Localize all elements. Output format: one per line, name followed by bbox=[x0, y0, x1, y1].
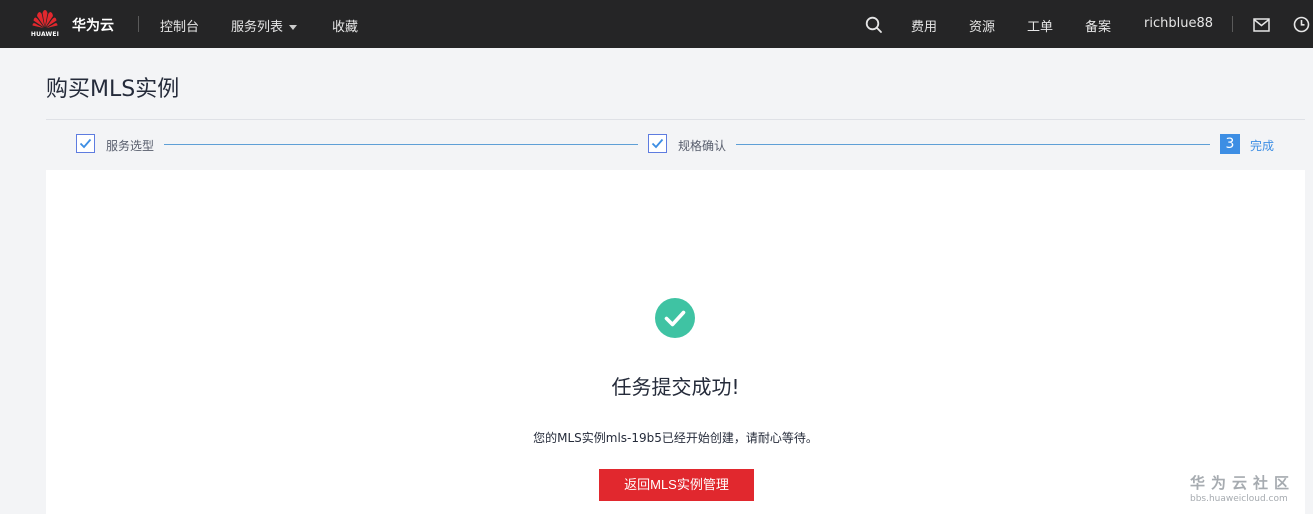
page-scrollbar[interactable] bbox=[1305, 48, 1313, 514]
step-done-check-icon bbox=[648, 134, 667, 153]
brand-name[interactable]: 华为云 bbox=[72, 15, 114, 35]
nav-divider bbox=[138, 16, 139, 32]
return-to-instances-button[interactable]: 返回MLS实例管理 bbox=[599, 469, 754, 501]
step-number-badge: 3 bbox=[1220, 134, 1240, 154]
step-indicator: 服务选型 规格确认 3 完成 bbox=[46, 121, 1305, 169]
mail-icon[interactable] bbox=[1253, 17, 1270, 36]
nav-service-list[interactable]: 服务列表 bbox=[231, 16, 298, 35]
nav-favorites[interactable]: 收藏 bbox=[332, 16, 358, 35]
nav-divider bbox=[1232, 16, 1233, 32]
top-nav-bar: HUAWEI 华为云 控制台 服务列表 收藏 费用 资源 工单 备案 richb… bbox=[0, 0, 1313, 48]
step-connector bbox=[164, 144, 638, 145]
watermark-url: bbs.huaweicloud.com bbox=[1190, 494, 1288, 504]
title-divider bbox=[46, 119, 1305, 120]
huawei-petal-icon bbox=[32, 10, 58, 28]
logo-text: HUAWEI bbox=[30, 31, 60, 38]
huawei-logo[interactable]: HUAWEI bbox=[29, 9, 61, 39]
nav-service-list-label: 服务列表 bbox=[231, 20, 284, 35]
chevron-down-icon bbox=[289, 25, 298, 30]
result-card: 任务提交成功! 您的MLS实例mls-19b5已经开始创建，请耐心等待。 返回M… bbox=[46, 170, 1305, 514]
nav-tickets[interactable]: 工单 bbox=[1027, 16, 1053, 35]
step-label-service: 服务选型 bbox=[106, 139, 155, 153]
nav-fees[interactable]: 费用 bbox=[911, 16, 937, 35]
user-menu[interactable]: richblue88 bbox=[1144, 16, 1213, 31]
nav-resources[interactable]: 资源 bbox=[969, 16, 995, 35]
watermark: 华为云社区 bbs.huaweicloud.com bbox=[1190, 472, 1295, 504]
nav-console[interactable]: 控制台 bbox=[160, 16, 199, 35]
result-title: 任务提交成功! bbox=[611, 375, 740, 399]
nav-filing[interactable]: 备案 bbox=[1085, 16, 1111, 35]
search-icon[interactable] bbox=[865, 16, 883, 38]
watermark-name: 华为云社区 bbox=[1190, 474, 1296, 492]
step-label-finish: 完成 bbox=[1250, 139, 1275, 153]
result-description: 您的MLS实例mls-19b5已经开始创建，请耐心等待。 bbox=[533, 431, 818, 445]
page-title: 购买MLS实例 bbox=[46, 77, 180, 102]
step-connector bbox=[736, 144, 1210, 145]
check-circle-icon bbox=[655, 298, 695, 338]
clock-icon[interactable] bbox=[1293, 16, 1310, 37]
step-done-check-icon bbox=[76, 134, 95, 153]
step-label-spec: 规格确认 bbox=[678, 139, 727, 153]
